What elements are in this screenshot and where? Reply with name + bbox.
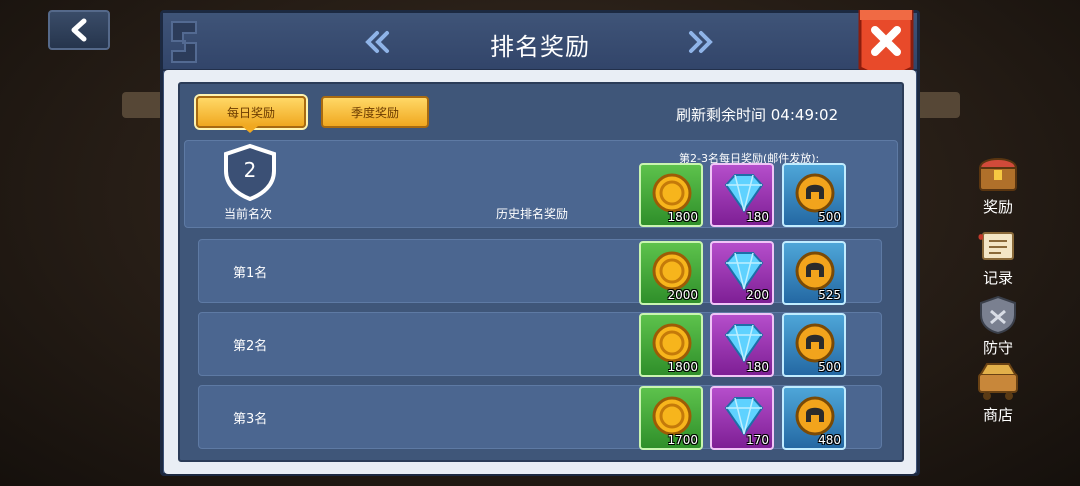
honor-medal-reward[interactable]: 525 xyxy=(782,241,846,305)
reward-count: 500 xyxy=(818,360,841,374)
honor-medal-reward[interactable]: 500 xyxy=(782,313,846,377)
gold-coin-reward[interactable]: 1800 xyxy=(639,163,703,227)
helmet-medal-icon xyxy=(795,323,835,363)
diamond-reward[interactable]: 180 xyxy=(710,163,774,227)
diamond-reward[interactable]: 200 xyxy=(710,241,774,305)
side-menu-shop[interactable]: 商店 xyxy=(968,362,1028,425)
gold-coin-reward[interactable]: 1800 xyxy=(639,313,703,377)
reward-count: 1800 xyxy=(667,360,698,374)
helmet-medal-icon xyxy=(795,251,835,291)
cart-icon xyxy=(978,363,1018,400)
refresh-countdown: 刷新剩余时间 04:49:02 xyxy=(676,106,839,124)
tab-daily-reward[interactable]: 每日奖励 xyxy=(196,96,306,128)
gold-coin-icon xyxy=(652,396,692,436)
diamond-icon xyxy=(724,252,764,291)
back-button[interactable] xyxy=(48,10,110,50)
tab-season-reward[interactable]: 季度奖励 xyxy=(321,96,429,128)
current-rank-number: 2 xyxy=(243,158,257,182)
rank-row: 第2名 xyxy=(198,312,882,376)
side-menu-defense[interactable]: 防守 xyxy=(968,295,1028,358)
reward-count: 500 xyxy=(818,210,841,224)
honor-medal-reward[interactable]: 480 xyxy=(782,386,846,450)
reward-count: 1800 xyxy=(667,210,698,224)
gold-coin-icon xyxy=(652,173,692,213)
gold-coin-icon xyxy=(652,323,692,363)
chest-icon xyxy=(978,158,1018,191)
reward-count: 180 xyxy=(746,210,769,224)
reward-count: 170 xyxy=(746,433,769,447)
rank-label: 第1名 xyxy=(233,266,268,281)
current-rank-label: 当前名次 xyxy=(224,207,273,221)
diamond-icon xyxy=(724,174,764,213)
side-menu-label: 奖励 xyxy=(982,198,1013,216)
honor-medal-reward[interactable]: 500 xyxy=(782,163,846,227)
rank-label: 第2名 xyxy=(233,339,268,354)
reward-count: 180 xyxy=(746,360,769,374)
active-tab-pointer xyxy=(242,126,258,133)
gold-coin-reward[interactable]: 1700 xyxy=(639,386,703,450)
diamond-reward[interactable]: 180 xyxy=(710,313,774,377)
diamond-icon xyxy=(724,397,764,436)
reward-count: 2000 xyxy=(667,288,698,302)
page-title: 排名奖励 xyxy=(490,33,590,61)
rank-row: 第1名 xyxy=(198,239,882,303)
side-menu-reward[interactable]: 奖励 xyxy=(968,152,1028,217)
reward-count: 525 xyxy=(818,288,841,302)
reward-count: 200 xyxy=(746,288,769,302)
side-menu-label: 记录 xyxy=(982,269,1013,287)
scroll-icon xyxy=(978,232,1014,260)
helmet-medal-icon xyxy=(795,396,835,436)
gold-coin-icon xyxy=(652,251,692,291)
helmet-medal-icon xyxy=(795,173,835,213)
reward-count: 480 xyxy=(818,433,841,447)
chevron-left-icon xyxy=(71,18,87,42)
diamond-reward[interactable]: 170 xyxy=(710,386,774,450)
reward-count: 1700 xyxy=(667,433,698,447)
side-menu-label: 商店 xyxy=(982,406,1013,424)
history-reward-label: 历史排名奖励 xyxy=(496,207,569,221)
gold-coin-reward[interactable]: 2000 xyxy=(639,241,703,305)
panel-header: 排名奖励 xyxy=(163,13,917,71)
next-page-icon[interactable] xyxy=(685,29,715,55)
rank-row: 第3名 xyxy=(198,385,882,449)
side-menu-label: 防守 xyxy=(982,339,1013,357)
diamond-icon xyxy=(724,324,764,363)
side-menu-record[interactable]: 记录 xyxy=(968,229,1028,288)
shield-icon xyxy=(980,295,1016,335)
rank-label: 第3名 xyxy=(233,412,268,427)
